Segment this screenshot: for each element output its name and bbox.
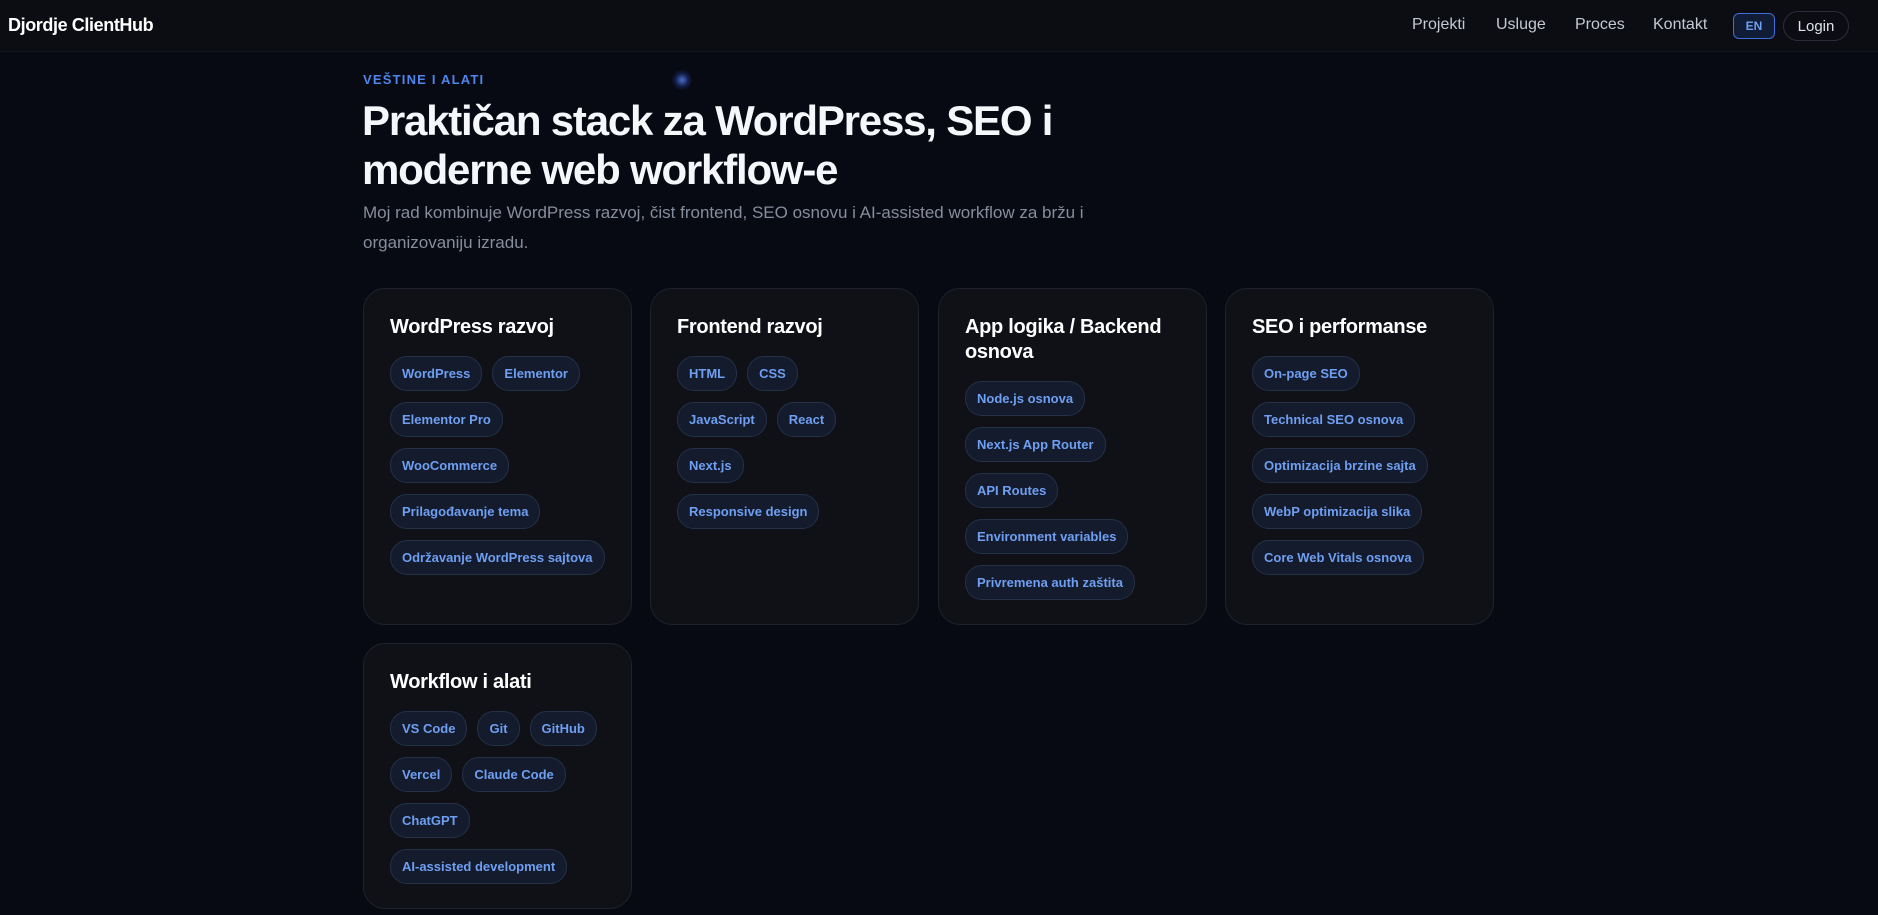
skill-tag: Responsive design bbox=[677, 494, 820, 529]
skill-tag: Prilagođavanje tema bbox=[390, 494, 541, 529]
skill-tag: HTML bbox=[677, 356, 738, 391]
tag-list: WordPress Elementor Elementor Pro WooCom… bbox=[390, 356, 605, 575]
skill-tag: Elementor Pro bbox=[390, 402, 503, 437]
top-nav: Djordje ClientHub Projekti Usluge Proces… bbox=[0, 0, 1878, 52]
skill-card-wordpress: WordPress razvoj WordPress Elementor Ele… bbox=[363, 288, 632, 625]
skill-tag: Claude Code bbox=[462, 757, 566, 792]
skill-tag: GitHub bbox=[529, 711, 597, 746]
card-title: Frontend razvoj bbox=[677, 316, 823, 338]
skill-tag: Core Web Vitals osnova bbox=[1252, 540, 1424, 575]
skill-tag: Elementor bbox=[492, 356, 580, 391]
section-eyebrow: VEŠTINE I ALATI bbox=[363, 72, 485, 87]
skill-tag: WordPress bbox=[390, 356, 483, 391]
skill-tag: VS Code bbox=[390, 711, 468, 746]
tag-list: On-page SEO Technical SEO osnova Optimiz… bbox=[1252, 356, 1467, 575]
decorative-glow bbox=[672, 70, 692, 90]
skill-card-seo: SEO i performanse On-page SEO Technical … bbox=[1225, 288, 1494, 625]
skill-tag: Environment variables bbox=[965, 519, 1129, 554]
skill-tag: API Routes bbox=[965, 473, 1059, 508]
skill-tag: Optimizacija brzine sajta bbox=[1252, 448, 1428, 483]
brand-logo[interactable]: Djordje ClientHub bbox=[8, 15, 154, 36]
skill-tag: CSS bbox=[747, 356, 798, 391]
page-subtitle: Moj rad kombinuje WordPress razvoj, čist… bbox=[363, 203, 1084, 252]
card-title: SEO i performanse bbox=[1252, 316, 1427, 338]
skill-tag: AI-assisted development bbox=[390, 849, 568, 884]
skill-card-frontend: Frontend razvoj HTML CSS JavaScript Reac… bbox=[650, 288, 919, 625]
skill-tag: Git bbox=[477, 711, 520, 746]
nav-link-proces[interactable]: Proces bbox=[1575, 16, 1625, 34]
skill-tag: Privremena auth zaštita bbox=[965, 565, 1135, 600]
tag-list: Node.js osnova Next.js App Router API Ro… bbox=[965, 381, 1180, 600]
tag-list: VS Code Git GitHub Vercel Claude Code Ch… bbox=[390, 711, 605, 884]
skill-tag: JavaScript bbox=[677, 402, 767, 437]
skill-card-workflow: Workflow i alati VS Code Git GitHub Verc… bbox=[363, 643, 632, 909]
nav-link-kontakt[interactable]: Kontakt bbox=[1653, 16, 1707, 34]
skill-tag: Next.js App Router bbox=[965, 427, 1106, 462]
nav-link-projekti[interactable]: Projekti bbox=[1412, 16, 1465, 34]
skill-tag: Vercel bbox=[390, 757, 453, 792]
login-button[interactable]: Login bbox=[1783, 11, 1849, 41]
skill-tag: Održavanje WordPress sajtova bbox=[390, 540, 605, 575]
page-title: Praktičan stack za WordPress, SEO i mode… bbox=[362, 97, 1053, 193]
skill-tag: Next.js bbox=[677, 448, 744, 483]
card-title: WordPress razvoj bbox=[390, 316, 554, 338]
skill-tag: React bbox=[776, 402, 837, 437]
skill-tag: Technical SEO osnova bbox=[1252, 402, 1416, 437]
card-title: Workflow i alati bbox=[390, 671, 532, 693]
skill-tag: ChatGPT bbox=[390, 803, 470, 838]
skill-tag: WooCommerce bbox=[390, 448, 510, 483]
nav-link-usluge[interactable]: Usluge bbox=[1496, 16, 1546, 34]
skill-card-backend: App logika / Backend osnova Node.js osno… bbox=[938, 288, 1207, 625]
skill-tag: WebP optimizacija slika bbox=[1252, 494, 1423, 529]
tag-list: HTML CSS JavaScript React Next.js Respon… bbox=[677, 356, 892, 529]
card-title: App logika / Backend osnova bbox=[965, 316, 1162, 363]
language-toggle-button[interactable]: EN bbox=[1733, 13, 1775, 39]
skill-tag: On-page SEO bbox=[1252, 356, 1360, 391]
skill-tag: Node.js osnova bbox=[965, 381, 1086, 416]
